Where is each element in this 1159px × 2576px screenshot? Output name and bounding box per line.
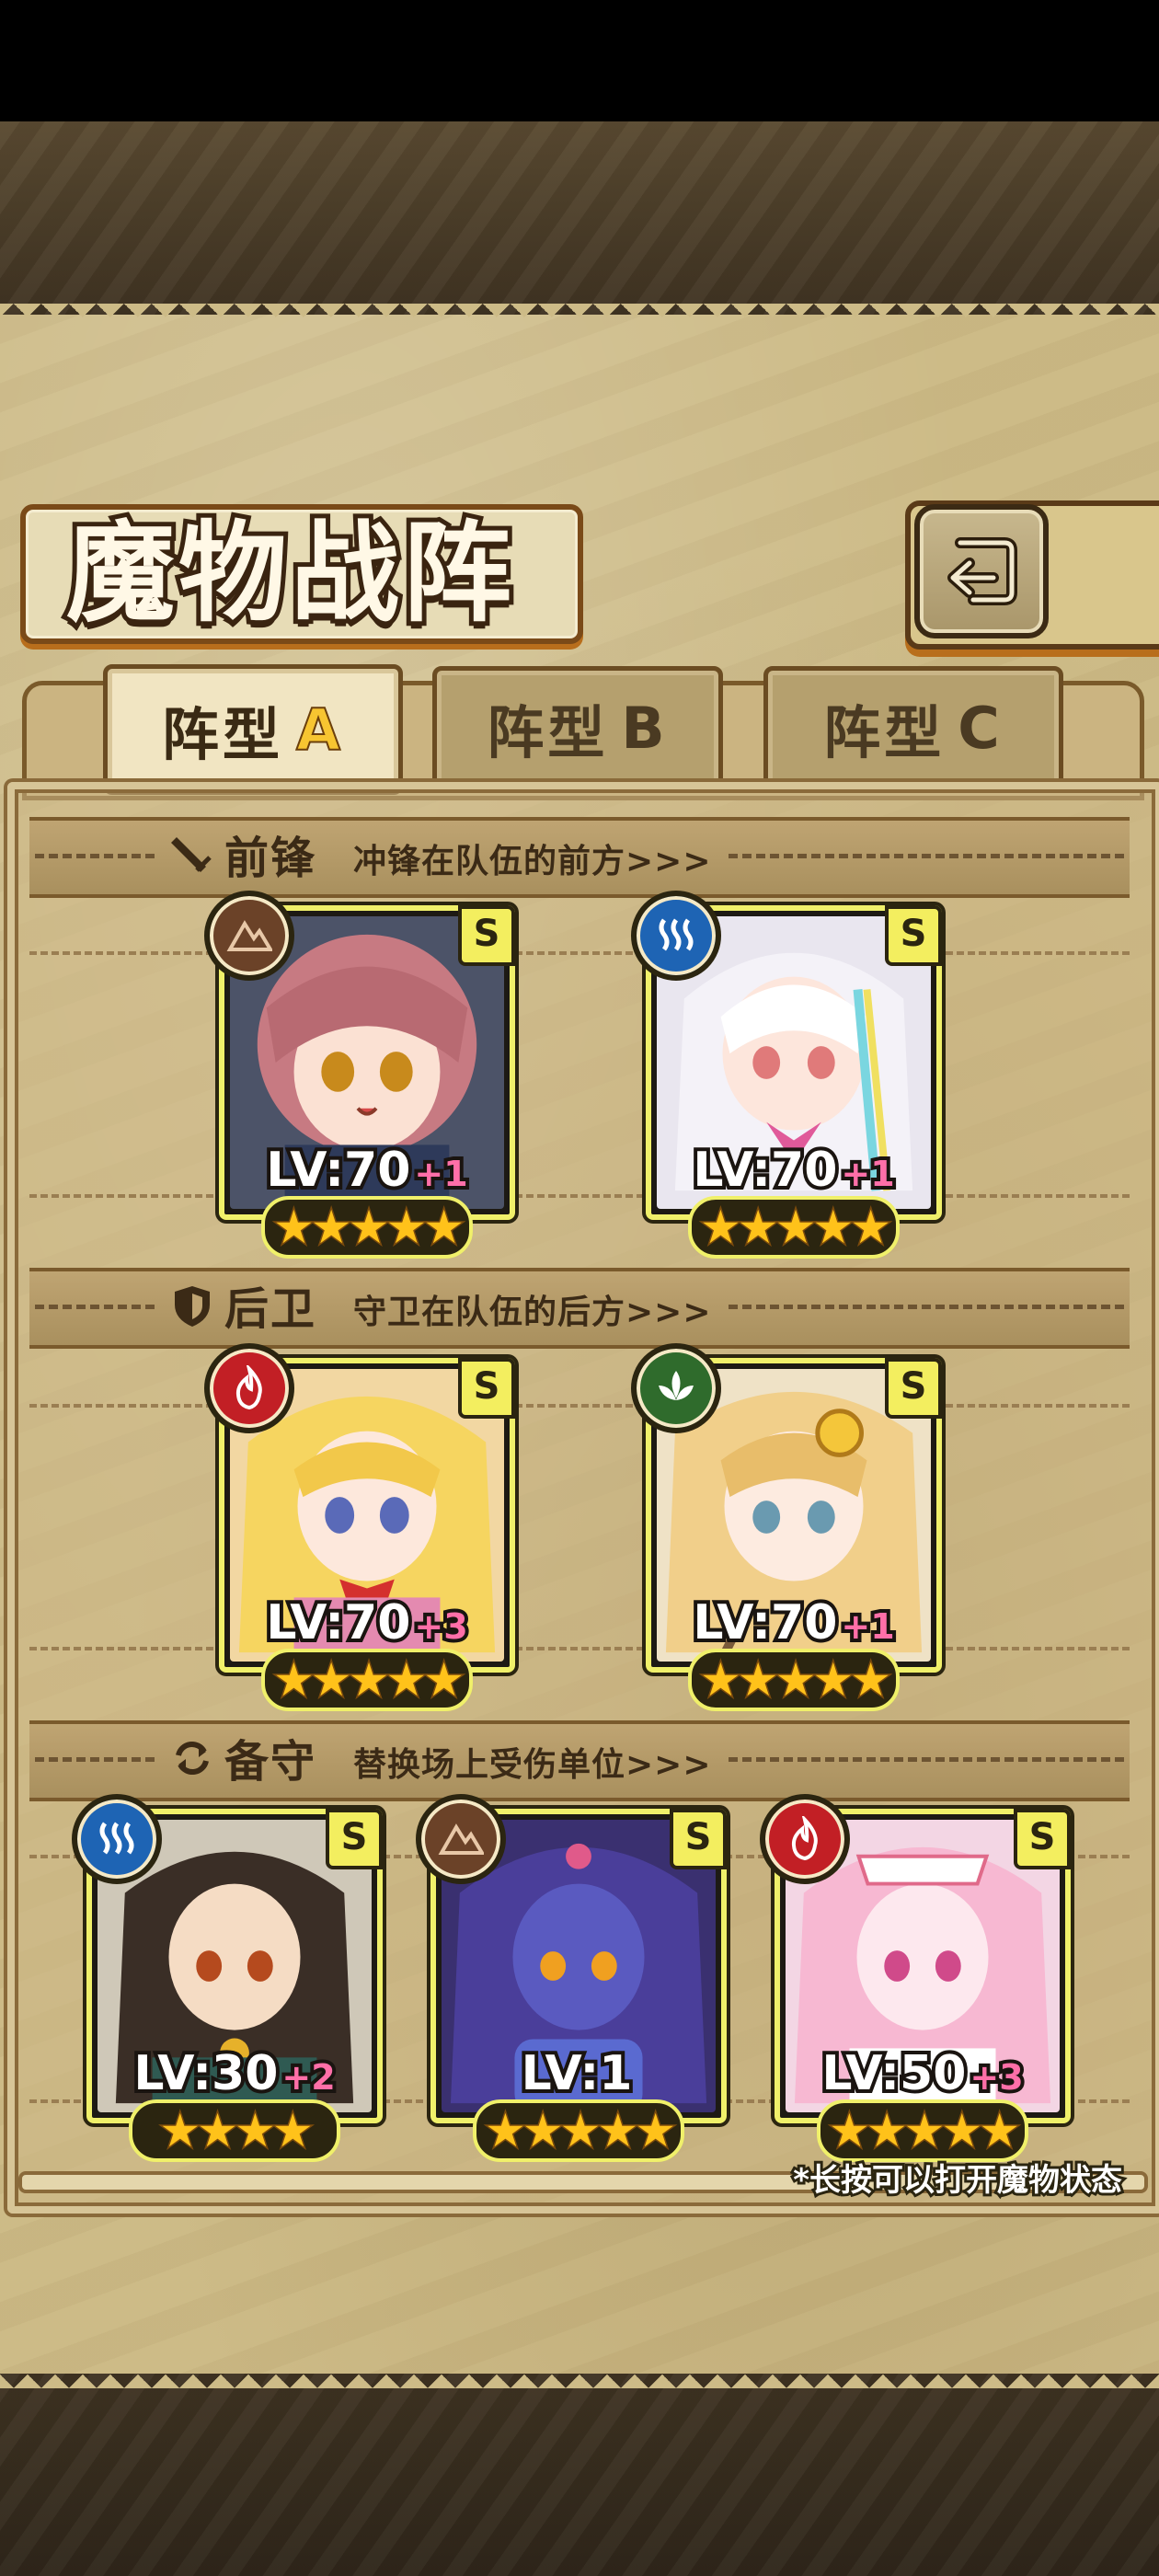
- tab-label: 阵型: [823, 699, 946, 766]
- map-background-top: [0, 121, 1159, 315]
- unit-level: LV:70 +1: [262, 1139, 471, 1202]
- tab-letter: C: [958, 694, 1004, 762]
- torn-edge-bottom: [0, 2361, 1159, 2388]
- rank-tag: S: [885, 905, 942, 966]
- water-element-icon: [631, 891, 721, 981]
- page-title: 魔物战阵: [62, 504, 516, 641]
- rank-tag: S: [458, 905, 515, 966]
- rank-tag: S: [458, 1358, 515, 1419]
- back-arrow-icon: [947, 537, 1017, 605]
- section-title: 前锋: [224, 833, 317, 884]
- unit-card-rear-2[interactable]: S LV:70 +1 ★★★★★: [631, 1343, 942, 1711]
- swap-icon: [176, 1741, 209, 1776]
- wind-element-icon: [631, 1343, 721, 1433]
- tab-formation-a[interactable]: 阵型 A: [103, 664, 403, 795]
- tab-formation-c[interactable]: 阵型 C: [763, 666, 1063, 789]
- unit-card-reserve-3[interactable]: S LV:50 +3 ★★★★★: [760, 1794, 1071, 2162]
- fire-element-icon: [760, 1794, 850, 1884]
- rank-tag: S: [670, 1809, 727, 1869]
- unit-card-front-1[interactable]: S LV:70 +1 ★★★★★: [204, 891, 515, 1259]
- tab-letter: B: [621, 694, 669, 762]
- tab-label: 阵型: [162, 701, 284, 768]
- unit-level: LV:50 +3: [818, 2042, 1027, 2105]
- unit-card-front-2[interactable]: S LV:70 +1 ★★★★★: [631, 891, 942, 1259]
- section-title: 备守: [224, 1736, 317, 1788]
- section-front: 前锋 冲锋在队伍的前方>>>: [29, 817, 1130, 898]
- section-title: 后卫: [224, 1283, 317, 1335]
- hint-text: *长按可以打开魔物状态: [790, 2159, 1125, 2202]
- star-rating: ★★★★★: [261, 1649, 473, 1711]
- star-rating: ★★★★★: [817, 2099, 1028, 2162]
- unit-card-reserve-1[interactable]: S LV:30 +2 ★★★★: [72, 1794, 383, 2162]
- section-desc: 守卫在队伍的后方>>>: [353, 1294, 712, 1331]
- unit-level: LV:70 +1: [689, 1592, 898, 1654]
- rank-tag: S: [326, 1809, 383, 1869]
- unit-level: LV:30 +2: [130, 2042, 339, 2105]
- torn-edge-top: [0, 304, 1159, 331]
- rank-tag: S: [1014, 1809, 1071, 1869]
- map-background-bottom: [0, 2374, 1159, 2576]
- unit-card-rear-1[interactable]: S LV:70 +3 ★★★★★: [204, 1343, 515, 1711]
- section-rear: 后卫 守卫在队伍的后方>>>: [29, 1268, 1130, 1349]
- rank-tag: S: [885, 1358, 942, 1419]
- unit-level: LV:1: [518, 2042, 637, 2105]
- tab-letter: A: [295, 696, 344, 765]
- unit-card-reserve-2[interactable]: S LV:1 ★★★★★: [416, 1794, 727, 2162]
- tab-label: 阵型: [487, 699, 609, 766]
- star-rating: ★★★★★: [688, 1649, 900, 1711]
- status-bar-area: [0, 0, 1159, 121]
- star-rating: ★★★★: [129, 2099, 340, 2162]
- fire-element-icon: [204, 1343, 294, 1433]
- section-desc: 替换场上受伤单位>>>: [353, 1746, 712, 1784]
- shield-icon: [175, 1286, 210, 1327]
- earth-element-icon: [204, 891, 294, 981]
- unit-level: LV:70 +1: [689, 1139, 898, 1202]
- star-rating: ★★★★★: [688, 1196, 900, 1259]
- water-element-icon: [72, 1794, 162, 1884]
- section-reserve: 备守 替换场上受伤单位>>>: [29, 1720, 1130, 1801]
- earth-element-icon: [416, 1794, 506, 1884]
- back-button[interactable]: [914, 504, 1049, 638]
- star-rating: ★★★★★: [261, 1196, 473, 1259]
- unit-level: LV:70 +3: [262, 1592, 471, 1654]
- tab-formation-b[interactable]: 阵型 B: [432, 666, 723, 789]
- sword-icon: [171, 837, 212, 872]
- star-rating: ★★★★★: [473, 2099, 684, 2162]
- section-desc: 冲锋在队伍的前方>>>: [353, 843, 712, 880]
